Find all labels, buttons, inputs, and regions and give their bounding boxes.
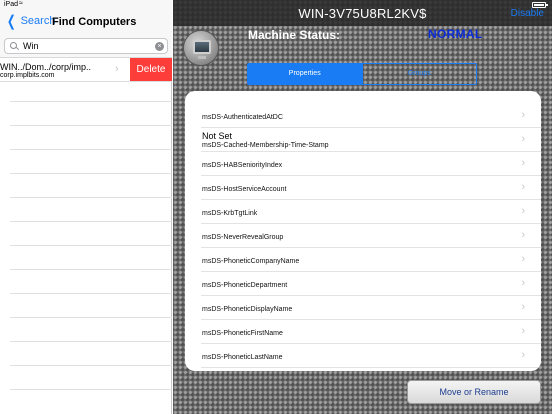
- tab-groups[interactable]: Groups: [361, 64, 477, 84]
- chevron-right-icon: ›: [521, 253, 525, 265]
- result-title: WIN../Dom../corp/imp..: [0, 62, 92, 72]
- back-button[interactable]: ❮ Search: [5, 12, 56, 30]
- move-or-rename-button[interactable]: Move or Rename: [407, 380, 541, 404]
- empty-row-divider: [10, 317, 172, 318]
- property-row[interactable]: msDS-KrbTgtLink ›: [185, 200, 541, 224]
- empty-row-divider: [10, 197, 172, 198]
- property-label: msDS-KrbTgtLink: [202, 210, 258, 217]
- property-value: Not Set: [202, 131, 233, 141]
- property-row[interactable]: msDS-HABSeniorityIndex ›: [185, 152, 541, 176]
- property-label: msDS-HostServiceAccount: [202, 186, 287, 193]
- clear-icon[interactable]: ×: [155, 42, 164, 51]
- chevron-right-icon: ›: [521, 109, 525, 121]
- search-input[interactable]: [23, 40, 153, 52]
- property-row[interactable]: Not Set msDS-Cached-Membership-Time-Stam…: [185, 128, 541, 152]
- empty-row-divider: [10, 245, 172, 246]
- master-panel: ❮ Search Find Computers × WIN../Dom../co…: [0, 0, 172, 414]
- empty-row-divider: [10, 269, 172, 270]
- empty-row-divider: [10, 149, 172, 150]
- detail-nav-bar: WIN-3V75U8RL2KV$ Disable: [173, 0, 552, 26]
- chevron-right-icon: ›: [521, 157, 525, 169]
- machine-status-value: NORMAL: [428, 27, 483, 41]
- search-bar: ×: [0, 36, 172, 58]
- property-row[interactable]: msDS-PhoneticLastName ›: [185, 344, 541, 368]
- delete-button[interactable]: Delete: [130, 58, 172, 81]
- tab-selector: Properties Groups: [247, 63, 477, 85]
- empty-row-divider: [10, 389, 172, 390]
- detail-title: WIN-3V75U8RL2KV$: [298, 6, 427, 21]
- empty-row-divider: [10, 293, 172, 294]
- result-subtitle: corp.implbits.com: [0, 72, 55, 79]
- chevron-right-icon: ›: [521, 349, 525, 361]
- property-label: msDS-Cached-Membership-Time-Stamp: [202, 142, 329, 149]
- property-row[interactable]: msDS-PhoneticFirstName ›: [185, 320, 541, 344]
- property-row[interactable]: msDS-PhoneticCompanyName ›: [185, 248, 541, 272]
- property-row[interactable]: msDS-NeverRevealGroup ›: [185, 224, 541, 248]
- machine-status-label: Machine Status:: [248, 28, 341, 42]
- disable-button[interactable]: Disable: [511, 8, 544, 19]
- property-label: msDS-NeverRevealGroup: [202, 234, 284, 241]
- detail-panel: WIN-3V75U8RL2KV$ Disable Machine Status:…: [173, 0, 552, 414]
- chevron-right-icon: ›: [115, 63, 119, 75]
- property-label: msDS-AuthenticatedAtDC: [202, 114, 283, 121]
- tab-properties[interactable]: Properties: [248, 64, 362, 84]
- empty-row-divider: [10, 125, 172, 126]
- property-row[interactable]: msDS-AuthenticatedAtDC ›: [185, 104, 541, 128]
- property-row[interactable]: msDS-HostServiceAccount ›: [185, 176, 541, 200]
- chevron-right-icon: ›: [521, 301, 525, 313]
- empty-row-divider: [10, 101, 172, 102]
- empty-row-divider: [10, 365, 172, 366]
- chevron-right-icon: ›: [521, 325, 525, 337]
- chevron-right-icon: ›: [521, 229, 525, 241]
- empty-row-divider: [10, 221, 172, 222]
- back-button-label: Search: [20, 15, 56, 27]
- empty-row-divider: [10, 173, 172, 174]
- property-label: msDS-PhoneticLastName: [202, 354, 283, 361]
- chevron-right-icon: ›: [521, 133, 525, 145]
- search-icon: [10, 42, 17, 49]
- search-result-content[interactable]: WIN../Dom../corp/imp.. corp.implbits.com…: [0, 58, 130, 81]
- property-label: msDS-PhoneticDisplayName: [202, 306, 293, 313]
- property-label: msDS-PhoneticDepartment: [202, 282, 288, 289]
- search-result-row[interactable]: WIN../Dom../corp/imp.. corp.implbits.com…: [0, 58, 172, 82]
- property-label: msDS-PhoneticFirstName: [202, 330, 283, 337]
- empty-row-divider: [10, 341, 172, 342]
- property-label: msDS-PhoneticCompanyName: [202, 258, 300, 265]
- chevron-right-icon: ›: [521, 205, 525, 217]
- property-row[interactable]: msDS-PhoneticDisplayName ›: [185, 296, 541, 320]
- chevron-right-icon: ›: [521, 277, 525, 289]
- master-title: Find Computers: [52, 16, 137, 28]
- property-row[interactable]: msDS-PhoneticDepartment ›: [185, 272, 541, 296]
- computer-icon: [183, 30, 219, 66]
- search-field[interactable]: ×: [4, 38, 168, 54]
- chevron-right-icon: ›: [521, 181, 525, 193]
- master-nav-bar: ❮ Search Find Computers: [0, 0, 172, 36]
- property-label: msDS-HABSeniorityIndex: [202, 162, 283, 169]
- properties-list: msDS-AuthenticatedAtDC › Not Set msDS-Ca…: [185, 91, 541, 371]
- chevron-left-icon: ❮: [6, 12, 16, 30]
